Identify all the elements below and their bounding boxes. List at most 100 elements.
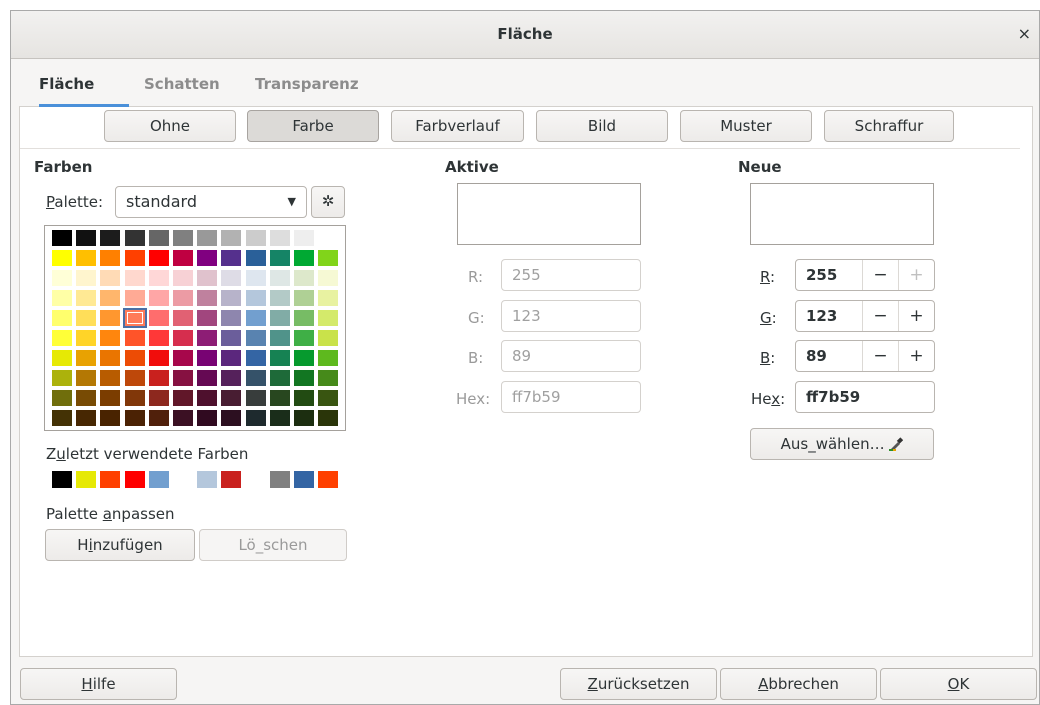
new-g-value[interactable]: 123	[806, 301, 837, 331]
recent-color-swatch[interactable]	[197, 471, 218, 488]
color-swatch[interactable]	[197, 410, 218, 426]
color-swatch[interactable]	[269, 370, 290, 386]
pick-color-button[interactable]: Aus_wählen…	[750, 428, 934, 460]
recent-color-swatch[interactable]	[245, 471, 266, 488]
color-swatch[interactable]	[245, 410, 266, 426]
color-swatch[interactable]	[294, 350, 314, 366]
color-swatch[interactable]	[173, 410, 193, 426]
color-swatch[interactable]	[294, 270, 314, 286]
color-swatch[interactable]	[269, 390, 290, 406]
color-swatch[interactable]	[76, 390, 97, 406]
color-swatch[interactable]	[294, 310, 314, 326]
color-swatch[interactable]	[197, 250, 218, 266]
color-swatch[interactable]	[245, 350, 266, 366]
color-swatch[interactable]	[100, 310, 121, 326]
color-swatch[interactable]	[173, 370, 193, 386]
color-swatch[interactable]	[76, 230, 97, 246]
color-swatch[interactable]	[148, 290, 169, 306]
color-swatch[interactable]	[76, 370, 97, 386]
color-swatch[interactable]	[148, 330, 169, 346]
color-swatch[interactable]	[221, 310, 242, 326]
color-swatch[interactable]	[245, 230, 266, 246]
g-increment-button[interactable]: +	[898, 301, 934, 331]
b-decrement-button[interactable]: −	[862, 341, 898, 371]
color-swatch[interactable]	[269, 250, 290, 266]
recent-color-swatch[interactable]	[100, 471, 121, 488]
color-swatch[interactable]	[294, 290, 314, 306]
color-swatch[interactable]	[197, 350, 218, 366]
color-swatch[interactable]	[318, 410, 339, 426]
color-swatch[interactable]	[245, 390, 266, 406]
recent-color-swatch[interactable]	[76, 471, 97, 488]
fill-none-button[interactable]: Ohne	[104, 110, 236, 142]
color-swatch[interactable]	[269, 290, 290, 306]
color-swatch[interactable]	[294, 330, 314, 346]
color-swatch[interactable]	[318, 270, 339, 286]
color-swatch[interactable]	[124, 370, 145, 386]
color-swatch[interactable]	[173, 250, 193, 266]
color-swatch[interactable]	[269, 270, 290, 286]
recent-colors-row[interactable]	[52, 471, 352, 489]
color-swatch[interactable]	[221, 230, 242, 246]
color-swatch[interactable]	[76, 330, 97, 346]
color-swatch[interactable]	[122, 308, 147, 328]
color-swatch[interactable]	[318, 330, 339, 346]
color-swatch[interactable]	[52, 250, 72, 266]
color-swatch[interactable]	[148, 410, 169, 426]
color-swatch[interactable]	[124, 390, 145, 406]
color-swatch[interactable]	[197, 270, 218, 286]
color-swatch[interactable]	[197, 330, 218, 346]
fill-image-button[interactable]: Bild	[536, 110, 668, 142]
color-swatch[interactable]	[294, 410, 314, 426]
recent-color-swatch[interactable]	[269, 471, 290, 488]
color-swatch[interactable]	[52, 390, 72, 406]
color-swatch[interactable]	[197, 310, 218, 326]
color-swatch[interactable]	[197, 290, 218, 306]
tab-transparenz[interactable]: Transparenz	[255, 75, 359, 93]
color-swatch[interactable]	[100, 270, 121, 286]
color-swatch[interactable]	[221, 390, 242, 406]
recent-color-swatch[interactable]	[173, 471, 193, 488]
color-swatch[interactable]	[148, 310, 169, 326]
color-swatch[interactable]	[173, 310, 193, 326]
color-swatch[interactable]	[100, 370, 121, 386]
color-swatch[interactable]	[221, 270, 242, 286]
cancel-button[interactable]: Abbrechen	[720, 668, 877, 700]
color-swatch[interactable]	[52, 290, 72, 306]
color-swatch[interactable]	[100, 250, 121, 266]
tab-flaeche[interactable]: Fläche	[39, 75, 94, 93]
color-swatch[interactable]	[294, 370, 314, 386]
color-swatch[interactable]	[76, 250, 97, 266]
color-swatch[interactable]	[148, 390, 169, 406]
color-swatch[interactable]	[173, 390, 193, 406]
delete-color-button[interactable]: Lö_schen	[199, 529, 347, 561]
color-swatch[interactable]	[148, 250, 169, 266]
color-swatch[interactable]	[318, 310, 339, 326]
color-swatch[interactable]	[100, 230, 121, 246]
color-swatch[interactable]	[100, 350, 121, 366]
color-swatch[interactable]	[221, 370, 242, 386]
color-swatch[interactable]	[221, 250, 242, 266]
g-decrement-button[interactable]: −	[862, 301, 898, 331]
color-swatch[interactable]	[221, 330, 242, 346]
color-palette-grid[interactable]	[44, 225, 346, 431]
recent-color-swatch[interactable]	[294, 471, 314, 488]
color-swatch[interactable]	[148, 270, 169, 286]
b-increment-button[interactable]: +	[898, 341, 934, 371]
fill-gradient-button[interactable]: Farbverlauf	[391, 110, 524, 142]
color-swatch[interactable]	[294, 250, 314, 266]
color-swatch[interactable]	[148, 230, 169, 246]
color-swatch[interactable]	[52, 370, 72, 386]
r-increment-button[interactable]: +	[898, 260, 934, 290]
color-swatch[interactable]	[221, 350, 242, 366]
recent-color-swatch[interactable]	[221, 471, 242, 488]
color-swatch[interactable]	[245, 370, 266, 386]
color-swatch[interactable]	[100, 330, 121, 346]
color-swatch[interactable]	[124, 330, 145, 346]
color-swatch[interactable]	[124, 350, 145, 366]
color-swatch[interactable]	[221, 410, 242, 426]
color-swatch[interactable]	[221, 290, 242, 306]
title-bar[interactable]: Fläche ×	[11, 11, 1039, 59]
color-swatch[interactable]	[52, 310, 72, 326]
color-swatch[interactable]	[294, 230, 314, 246]
